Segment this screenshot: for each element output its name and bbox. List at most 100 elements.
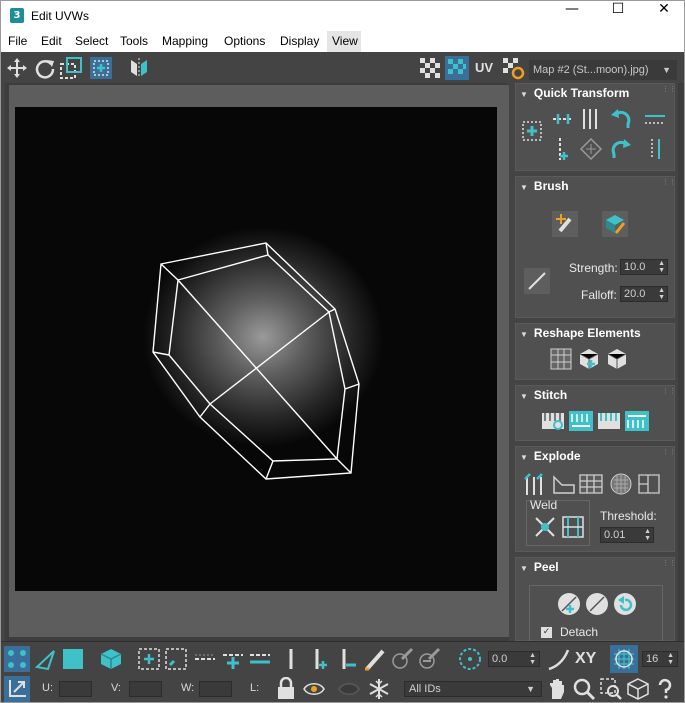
zoom-icon[interactable] (572, 677, 596, 701)
minimize-button[interactable]: — (549, 1, 595, 31)
edge-mode-icon[interactable] (34, 647, 58, 671)
falloff-spinner[interactable]: 20.0 ▲ ▼ (620, 286, 668, 302)
xy-axis-toggle[interactable]: XY (575, 650, 596, 668)
element-mode-icon[interactable] (99, 647, 123, 671)
uv-toggle[interactable]: UV (475, 60, 493, 75)
material-id-dropdown[interactable]: All IDs ▼ (404, 681, 542, 697)
paint-select-icon[interactable] (363, 647, 387, 671)
u-field[interactable] (59, 681, 92, 697)
rotate-ccw-icon[interactable] (608, 106, 634, 132)
rollout-peel-header[interactable]: ▼ Peel (520, 560, 559, 574)
menu-tools[interactable]: Tools (120, 34, 148, 48)
stitch-to-target-icon[interactable] (568, 408, 594, 434)
space-horizontal-icon[interactable] (642, 106, 668, 132)
rollout-quick-transform-header[interactable]: ▼ Quick Transform (520, 86, 629, 100)
pan-icon[interactable] (545, 677, 569, 701)
shrink-ring-icon[interactable] (336, 647, 360, 671)
w-field[interactable] (199, 681, 232, 697)
grow-loop-icon[interactable] (221, 647, 245, 671)
pivot-icon[interactable] (521, 120, 543, 142)
explode-by-material-icon[interactable] (578, 471, 604, 497)
peel-reset-icon[interactable] (612, 591, 638, 617)
menu-display[interactable]: Display (280, 34, 319, 48)
flatten-icon[interactable] (636, 471, 662, 497)
close-button[interactable]: ✕ (641, 1, 684, 31)
freeform-icon[interactable] (89, 56, 113, 80)
maximize-button[interactable]: ☐ (595, 1, 641, 31)
shrink-selection-icon[interactable] (164, 647, 188, 671)
collapse-arrow-icon: ▼ (520, 183, 528, 192)
relax-icon[interactable] (604, 346, 630, 372)
grow-ring-icon[interactable] (309, 647, 333, 671)
menu-mapping[interactable]: Mapping (162, 34, 208, 48)
stitch-custom-icon[interactable] (540, 408, 566, 434)
detach-checkbox[interactable]: ✓ (541, 627, 552, 638)
scale-icon[interactable] (59, 56, 83, 80)
map-settings-icon[interactable] (501, 56, 525, 80)
weld-all-icon[interactable] (560, 514, 586, 540)
soft-selection-icon[interactable] (546, 647, 570, 671)
lock-selection-icon[interactable] (275, 677, 297, 701)
angle-spinner[interactable]: 0.0 ▲ ▼ (488, 651, 540, 667)
rollout-explode-header[interactable]: ▼ Explode (520, 449, 581, 463)
align-center-icon[interactable] (550, 136, 576, 162)
zoom-extents-icon[interactable] (626, 677, 650, 701)
straighten-selection-icon[interactable] (548, 346, 574, 372)
rotate-cw-icon[interactable] (608, 136, 634, 162)
paint-select-grow-icon[interactable] (390, 647, 414, 671)
v-field[interactable] (129, 681, 162, 697)
angle-snap-icon[interactable] (458, 647, 482, 671)
menu-view[interactable]: View (332, 34, 358, 48)
u-label: U: (42, 682, 53, 694)
rollout-stitch-header[interactable]: ▼ Stitch (520, 388, 567, 402)
straighten-icon[interactable] (578, 136, 604, 162)
relax-brush-icon[interactable] (602, 211, 628, 237)
weld-selected-icon[interactable] (532, 514, 558, 540)
explode-by-smoothing-icon[interactable] (551, 471, 577, 497)
threshold-spinner[interactable]: 0.01 ▲ ▼ (600, 527, 654, 543)
texture-map-dropdown[interactable]: Map #2 (St...moon).jpg) ▼ (529, 60, 677, 80)
falloff-curve-icon[interactable] (524, 268, 550, 294)
peel-mode-icon[interactable] (584, 591, 610, 617)
menu-select[interactable]: Select (75, 34, 108, 48)
uv-mesh[interactable] (15, 107, 497, 591)
break-icon[interactable] (522, 471, 548, 497)
align-horizontal-icon[interactable] (550, 106, 576, 132)
help-icon[interactable] (653, 677, 677, 701)
menu-edit[interactable]: Edit (41, 34, 62, 48)
mirror-icon[interactable] (127, 56, 151, 80)
window-title: Edit UVWs (31, 9, 90, 23)
panel-scrollbar[interactable] (678, 83, 684, 641)
stitch-average-icon[interactable] (596, 408, 622, 434)
quick-peel-icon[interactable] (556, 591, 582, 617)
grid-size-spinner[interactable]: 16 ▲ ▼ (642, 651, 678, 667)
hide-selection-icon[interactable] (302, 677, 326, 701)
rollout-reshape-header[interactable]: ▼ Reshape Elements (520, 326, 641, 340)
absolute-offset-icon[interactable] (4, 676, 30, 702)
shrink-loop-icon[interactable] (248, 647, 272, 671)
space-vertical-icon[interactable] (642, 136, 668, 162)
show-map-icon[interactable] (445, 56, 469, 80)
rotate-icon[interactable] (33, 56, 57, 80)
edge-loop-icon[interactable] (193, 647, 217, 671)
relax-until-flat-icon[interactable] (576, 346, 602, 372)
menu-file[interactable]: File (8, 34, 27, 48)
face-mode-icon[interactable] (63, 649, 83, 669)
freeze-icon[interactable] (367, 677, 391, 701)
rollout-brush-header[interactable]: ▼ Brush (520, 179, 569, 193)
menu-options[interactable]: Options (224, 34, 265, 48)
grid-snap-icon[interactable] (610, 645, 638, 673)
explode-to-islands-icon[interactable] (608, 471, 634, 497)
edge-ring-icon[interactable] (281, 647, 305, 671)
grow-selection-icon[interactable] (137, 647, 161, 671)
align-vertical-icon[interactable] (578, 106, 604, 132)
show-all-icon[interactable] (337, 677, 361, 701)
vertex-mode-icon[interactable] (4, 646, 30, 672)
move-icon[interactable] (5, 56, 29, 80)
checker-pattern-icon[interactable] (418, 56, 442, 80)
zoom-region-icon[interactable] (599, 677, 623, 701)
grab-brush-icon[interactable] (552, 211, 578, 237)
stitch-to-source-icon[interactable] (624, 408, 650, 434)
paint-select-shrink-icon[interactable] (417, 647, 441, 671)
strength-spinner[interactable]: 10.0 ▲ ▼ (620, 259, 668, 275)
